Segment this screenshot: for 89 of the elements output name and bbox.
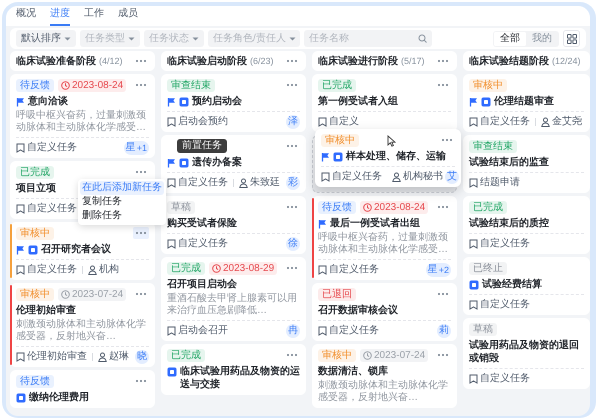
status-tag: 已完成: [167, 348, 205, 362]
task-description: 刺激颈动脉体和主动脉体化学感受器，反射地兴奋…: [318, 380, 449, 404]
status-tag: 已完成: [318, 78, 356, 92]
status-tag: 已退回: [318, 288, 356, 300]
status-tag: 审查结束: [167, 78, 215, 92]
task-type: 自定义任务: [178, 176, 228, 189]
task-type: 自定义: [329, 115, 359, 128]
assignee-avatar: 彩: [286, 176, 300, 190]
task-owner: 赵琳: [109, 350, 129, 363]
status-tag: 审核中: [16, 288, 54, 300]
status-tag: 待反馈: [16, 78, 54, 92]
task-owner: 机构秘书: [403, 170, 443, 183]
task-type: 启动会预约: [178, 115, 228, 128]
column-count: (12/24): [552, 54, 581, 68]
assignee-avatar: 莉: [437, 324, 451, 338]
task-title: 意向洽谈: [28, 95, 68, 108]
task-type: 自定义任务: [329, 263, 379, 276]
task-title: 召开项目启动会: [167, 278, 237, 291]
assignee-avatar: 冉: [286, 324, 300, 338]
due-date: 2023-08-29: [209, 262, 278, 274]
status-tag: 审核中: [321, 134, 359, 146]
assignee-avatar: 星+1: [124, 140, 149, 154]
column-title: 临床试验启动阶段: [167, 54, 247, 68]
task-title: 最后一例受试者出组: [330, 217, 420, 230]
status-tag: 已完成: [16, 166, 54, 178]
task-type: 自定义任务: [27, 263, 77, 276]
status-tag: 草稿: [167, 200, 195, 214]
task-owner: 金艾尧: [552, 115, 582, 128]
task-description: 呼吸中枢兴奋药，过量刺激颈动脉体和主动脉体化学感受…: [318, 232, 449, 256]
task-title: 临床试验用药品及物资的运送与交接: [180, 365, 300, 391]
task-title: 试验结束后的质控: [469, 217, 549, 230]
column-title: 临床试验结题阶段: [469, 54, 549, 68]
column-count: (4/12): [99, 54, 123, 68]
task-description: 呼吸中枢兴奋药，过量刺激颈动脉体和主动脉体化学感受…: [16, 110, 147, 134]
status-tag: 已完成: [469, 200, 507, 214]
task-type: 伦理初始审查: [27, 350, 87, 363]
task-title: 遗传办备案: [192, 156, 242, 169]
status-tag: 待反馈: [318, 200, 356, 214]
task-owner: 机构: [99, 263, 119, 276]
due-date: 2023-08-24: [360, 200, 428, 214]
task-description: 重酒石酸去甲肾上腺素可以用来治疗血压急剧降低…: [167, 293, 298, 317]
column-title: 临床试验进行阶段: [318, 54, 398, 68]
status-tag: 审核中: [16, 226, 54, 240]
assignee-avatar: 艾: [445, 170, 459, 184]
assignee-avatar: 星+2: [426, 262, 451, 276]
task-description: 刺激颈动脉体和主动脉体化学感受器，反射地兴奋…: [16, 319, 147, 343]
task-title: 预约启动会: [192, 95, 242, 108]
task-title: 试验经费结算: [482, 278, 542, 291]
status-tag: 审查结束: [469, 140, 517, 152]
column-count: (5/17): [401, 54, 425, 68]
status-tag: 草稿: [469, 322, 497, 336]
task-type: 自定义任务: [27, 202, 77, 215]
task-title: 数据清洁、锁库: [318, 365, 388, 378]
task-type: 自定义任务: [480, 372, 530, 385]
task-type: 自定义任务: [480, 298, 530, 311]
task-title: 试验用药品及物资的退回或销毁: [469, 339, 580, 365]
status-tag: 待反馈: [16, 374, 54, 388]
task-title: 伦理初始审查: [16, 304, 76, 317]
task-type: 自定义任务: [480, 115, 530, 128]
task-type: 启动会召开: [178, 324, 228, 337]
assignee-avatar: 徐: [286, 236, 300, 250]
task-type: 自定义任务: [329, 324, 379, 337]
task-type: 自定义任务: [332, 170, 382, 183]
task-type: 自定义任务: [27, 141, 77, 154]
assignee-avatar: 泽: [286, 114, 300, 128]
task-title: 购买受试者保险: [167, 217, 237, 230]
task-title: 样本处理、储存、运输: [346, 150, 446, 163]
due-date: 2023-07-24: [360, 348, 428, 362]
task-type: 结题申请: [480, 176, 520, 189]
task-title: 缴纳伦理费用: [29, 391, 89, 404]
task-type: 自定义任务: [178, 237, 228, 250]
column-count: (6/23): [250, 54, 274, 68]
due-date: 2023-08-24: [58, 78, 126, 92]
task-title: 试验结束后的监查: [469, 156, 549, 169]
task-title: 召开数据审核会议: [318, 304, 398, 317]
column-title: 临床试验准备阶段: [16, 54, 96, 68]
task-type: 自定义任务: [480, 237, 530, 250]
task-owner: 朱致廷: [250, 176, 280, 189]
status-tag: 审核中: [469, 78, 507, 92]
task-title: 召开研究者会议: [41, 243, 111, 256]
task-title: 第一例受试者入组: [318, 95, 398, 108]
tooltip: 前置任务: [177, 139, 227, 153]
task-title: 伦理结题审查: [494, 95, 554, 108]
assignee-avatar: 晓: [135, 350, 149, 364]
status-tag: 已完成: [167, 262, 205, 274]
status-tag: 审核中: [318, 348, 356, 362]
task-title: 项目立项: [16, 182, 56, 195]
status-tag: 已终止: [469, 262, 507, 274]
due-date: 2023-07-24: [58, 288, 126, 300]
